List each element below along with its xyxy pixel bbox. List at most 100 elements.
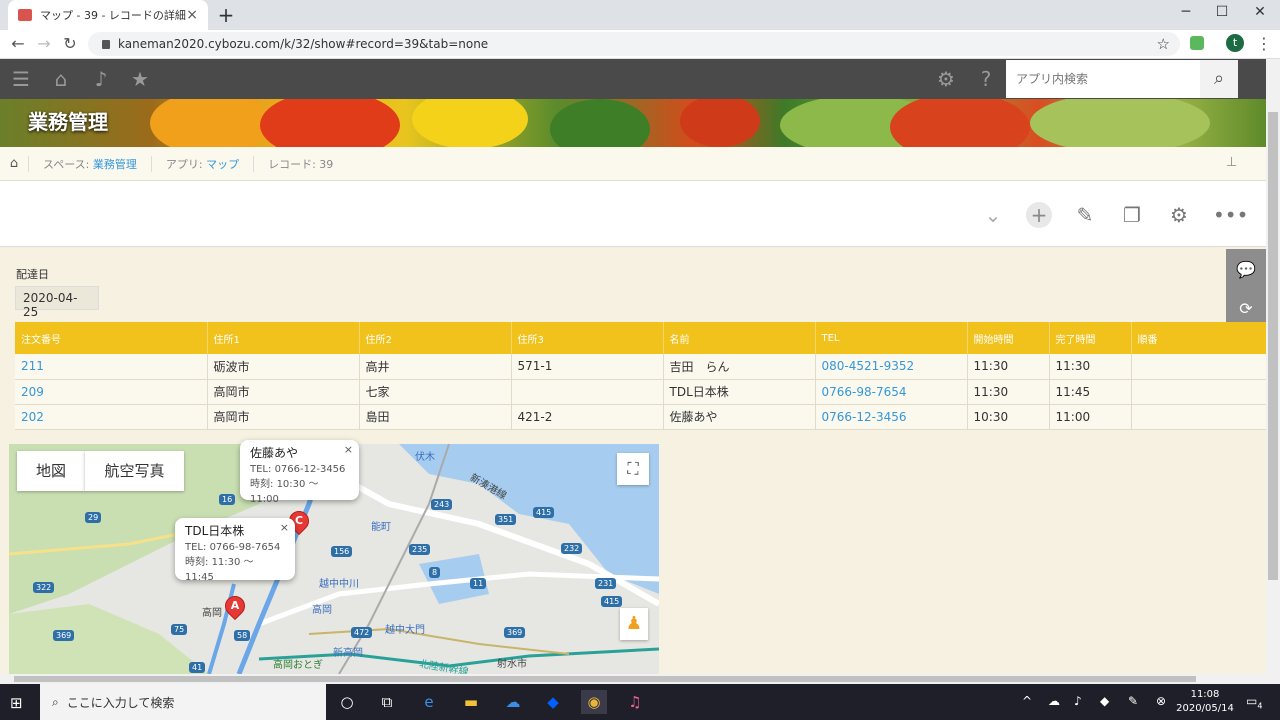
tray-cloud-icon[interactable]: ☁ <box>1048 694 1060 708</box>
tray-chevron-icon[interactable]: ^ <box>1022 694 1032 708</box>
cell-address3: 421-2 <box>511 404 664 430</box>
edge-icon[interactable]: e <box>416 690 442 714</box>
horizontal-scroll-thumb[interactable] <box>14 676 1196 682</box>
cell-address2: 島田 <box>359 404 512 430</box>
browser-tab[interactable]: マップ - 39 - レコードの詳細 × <box>8 0 208 30</box>
col-header-address3: 住所3 <box>511 322 664 354</box>
more-options-icon[interactable]: ••• <box>1213 202 1248 228</box>
orders-table: 注文番号 住所1 住所2 住所3 名前 TEL 開始時間 完了時間 順番 211… <box>15 322 1267 430</box>
minimize-icon[interactable]: ─ <box>1176 4 1196 20</box>
close-info-icon[interactable]: × <box>344 442 353 457</box>
tab-title: マップ - 39 - レコードの詳細 <box>40 9 186 22</box>
extension-icon[interactable] <box>1190 36 1204 50</box>
map-label: 越中中川 <box>319 579 359 590</box>
bookmark-star-icon[interactable]: ☆ <box>1157 35 1170 53</box>
history-icon[interactable]: ⟳ <box>1234 297 1258 321</box>
home-icon[interactable]: ⌂ <box>48 66 74 92</box>
search-icon[interactable]: ⌕ <box>1200 60 1238 98</box>
close-info-icon[interactable]: × <box>280 520 289 535</box>
map-marker-a[interactable]: A <box>220 591 250 621</box>
order-no-link[interactable]: 202 <box>15 404 208 430</box>
route-number-shield: 415 <box>601 596 623 607</box>
map-label: 伏木 <box>415 452 435 463</box>
taskbar-clock[interactable]: 11:08 2020/05/14 <box>1170 688 1240 716</box>
help-icon[interactable]: ? <box>973 66 999 92</box>
close-tab-icon[interactable]: × <box>186 7 198 23</box>
notification-icon[interactable]: ▭4 <box>1246 694 1262 710</box>
file-explorer-icon[interactable]: ▬ <box>458 690 484 714</box>
task-view-icon[interactable]: ⧉ <box>374 690 400 714</box>
tray-close-icon[interactable]: ⊗ <box>1156 694 1166 708</box>
col-header-address2: 住所2 <box>359 322 512 354</box>
itunes-icon[interactable]: ♫ <box>622 690 648 714</box>
address-bar[interactable]: kaneman2020.cybozu.com/k/32/show#record=… <box>88 32 1180 56</box>
pin-icon[interactable]: ⊥ <box>1226 155 1237 170</box>
record-settings-gear-icon[interactable]: ⚙ <box>1166 202 1192 228</box>
taskbar-search-icon: ⌕ <box>52 694 59 709</box>
cell-start: 10:30 <box>967 404 1050 430</box>
app-search-input[interactable] <box>1006 60 1200 98</box>
duplicate-icon[interactable]: ❐ <box>1119 202 1145 228</box>
app-favicon-icon <box>18 9 32 21</box>
close-window-icon[interactable]: ✕ <box>1250 4 1270 20</box>
route-number-shield: 8 <box>429 567 441 578</box>
cell-name: TDL日本株 <box>663 379 816 405</box>
forward-arrow-icon[interactable]: → <box>34 34 54 53</box>
table-header-row: 注文番号 住所1 住所2 住所3 名前 TEL 開始時間 完了時間 順番 <box>15 322 1267 354</box>
map-type-map-button[interactable]: 地図 <box>17 451 85 491</box>
dropbox-icon[interactable]: ◆ <box>540 690 566 714</box>
tray-dropbox-icon[interactable]: ◆ <box>1100 694 1109 708</box>
route-number-shield: 75 <box>171 624 188 635</box>
info-tel: TEL: 0766-12-3456 <box>250 464 346 475</box>
back-arrow-icon[interactable]: ← <box>8 34 28 53</box>
tel-link[interactable]: 0766-98-7654 <box>815 379 968 405</box>
breadcrumb-app-link[interactable]: マップ <box>206 158 239 171</box>
map-label: 高岡 <box>202 608 222 619</box>
comment-icon[interactable]: 💬 <box>1234 258 1258 282</box>
bell-icon[interactable]: ♪ <box>88 66 114 92</box>
chevron-down-icon[interactable]: ⌄ <box>980 202 1006 228</box>
lock-icon <box>102 39 110 49</box>
new-tab-icon[interactable]: + <box>216 3 236 27</box>
hamburger-menu-icon[interactable]: ☰ <box>8 66 34 92</box>
browser-menu-icon[interactable]: ⋮ <box>1256 34 1272 53</box>
add-record-button[interactable]: + <box>1026 202 1052 228</box>
table-row: 202 高岡市 島田 421-2 佐藤あや 0766-12-3456 10:30… <box>15 404 1267 430</box>
chrome-icon[interactable]: ◉ <box>581 690 607 714</box>
map-type-satellite-button[interactable]: 航空写真 <box>85 451 184 491</box>
breadcrumb-space-link[interactable]: 業務管理 <box>93 158 137 171</box>
info-name: TDL日本株 <box>185 524 245 538</box>
onedrive-icon[interactable]: ☁ <box>500 690 526 714</box>
fullscreen-icon[interactable]: ⛶ <box>617 453 649 485</box>
vertical-scroll-thumb[interactable] <box>1268 112 1278 580</box>
volume-icon[interactable]: ♪ <box>1074 694 1082 708</box>
maximize-icon[interactable]: ☐ <box>1212 4 1232 20</box>
tel-link[interactable]: 0766-12-3456 <box>815 404 968 430</box>
taskbar-search-box[interactable]: ⌕ ここに入力して検索 <box>40 684 326 720</box>
windows-start-icon[interactable]: ⊞ <box>10 694 28 712</box>
route-number-shield: 235 <box>409 544 431 555</box>
cell-end: 11:45 <box>1049 379 1132 405</box>
clock-date: 2020/05/14 <box>1176 703 1234 714</box>
col-header-address1: 住所1 <box>207 322 360 354</box>
order-no-link[interactable]: 209 <box>15 379 208 405</box>
delivery-date-value: 2020-04-25 <box>15 286 99 319</box>
route-number-shield: 472 <box>351 627 373 638</box>
tel-link[interactable]: 080-4521-9352 <box>815 354 968 380</box>
route-number-shield: 11 <box>470 578 487 589</box>
settings-gear-icon[interactable]: ⚙ <box>933 66 959 92</box>
street-view-pegman-icon[interactable]: ♟ <box>620 608 648 640</box>
edit-icon[interactable]: ✎ <box>1072 202 1098 228</box>
col-header-end: 完了時間 <box>1049 322 1132 354</box>
breadcrumb-app: アプリ: マップ <box>150 155 253 172</box>
favorites-star-icon[interactable]: ★ <box>127 66 153 92</box>
map-info-window-c: × 佐藤あや TEL: 0766-12-3456 時刻: 10:30 〜 11:… <box>240 440 359 505</box>
reload-icon[interactable]: ↻ <box>60 34 80 53</box>
cortana-icon[interactable]: ○ <box>334 690 360 714</box>
profile-avatar[interactable]: t <box>1226 34 1244 52</box>
pen-icon[interactable]: ✎ <box>1128 694 1138 708</box>
cell-end: 11:30 <box>1049 354 1132 380</box>
breadcrumb-home-icon[interactable]: ⌂ <box>0 156 28 171</box>
order-no-link[interactable]: 211 <box>15 354 208 380</box>
route-number-shield: 351 <box>495 514 517 525</box>
